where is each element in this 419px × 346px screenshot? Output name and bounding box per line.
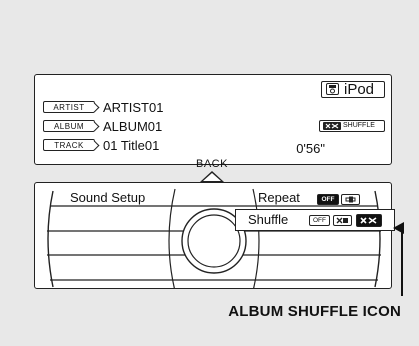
album-tag: ALBUM xyxy=(43,120,95,132)
track-shuffle-icon xyxy=(333,215,352,226)
album-shuffle-icon xyxy=(323,122,341,130)
shuffle-item[interactable]: Shuffle OFF xyxy=(235,209,395,231)
display-screen: iPod ARTIST ARTIST01 ALBUM ALBUM01 TRACK… xyxy=(34,74,392,165)
back-label: BACK xyxy=(196,158,228,170)
ipod-icon xyxy=(326,83,339,95)
ipod-source-badge: iPod xyxy=(321,81,385,98)
album-value: ALBUM01 xyxy=(103,119,163,134)
track-value: 01 Title01 xyxy=(103,138,160,153)
elapsed-time: 0'56" xyxy=(296,141,325,156)
album-shuffle-status-badge: SHUFFLE xyxy=(319,120,385,132)
repeat-label: Repeat xyxy=(258,190,300,205)
repeat-off-icon: OFF xyxy=(317,194,339,205)
album-shuffle-icon xyxy=(356,214,382,227)
sound-setup-item[interactable]: Sound Setup xyxy=(70,190,145,205)
ipod-label: iPod xyxy=(344,81,375,98)
repeat-item[interactable]: Repeat xyxy=(258,190,300,205)
shuffle-badge-label: SHUFFLE xyxy=(343,122,375,129)
callout-line xyxy=(401,228,403,296)
shuffle-label: Shuffle xyxy=(248,212,289,227)
artist-value: ARTIST01 xyxy=(103,100,164,115)
repeat-track-icon xyxy=(341,194,360,205)
shuffle-off-icon: OFF xyxy=(309,215,330,226)
callout-label: ALBUM SHUFFLE ICON xyxy=(228,303,401,320)
track-tag: TRACK xyxy=(43,139,95,151)
artist-tag: ARTIST xyxy=(43,101,95,113)
back-arrow-inner xyxy=(203,173,221,181)
